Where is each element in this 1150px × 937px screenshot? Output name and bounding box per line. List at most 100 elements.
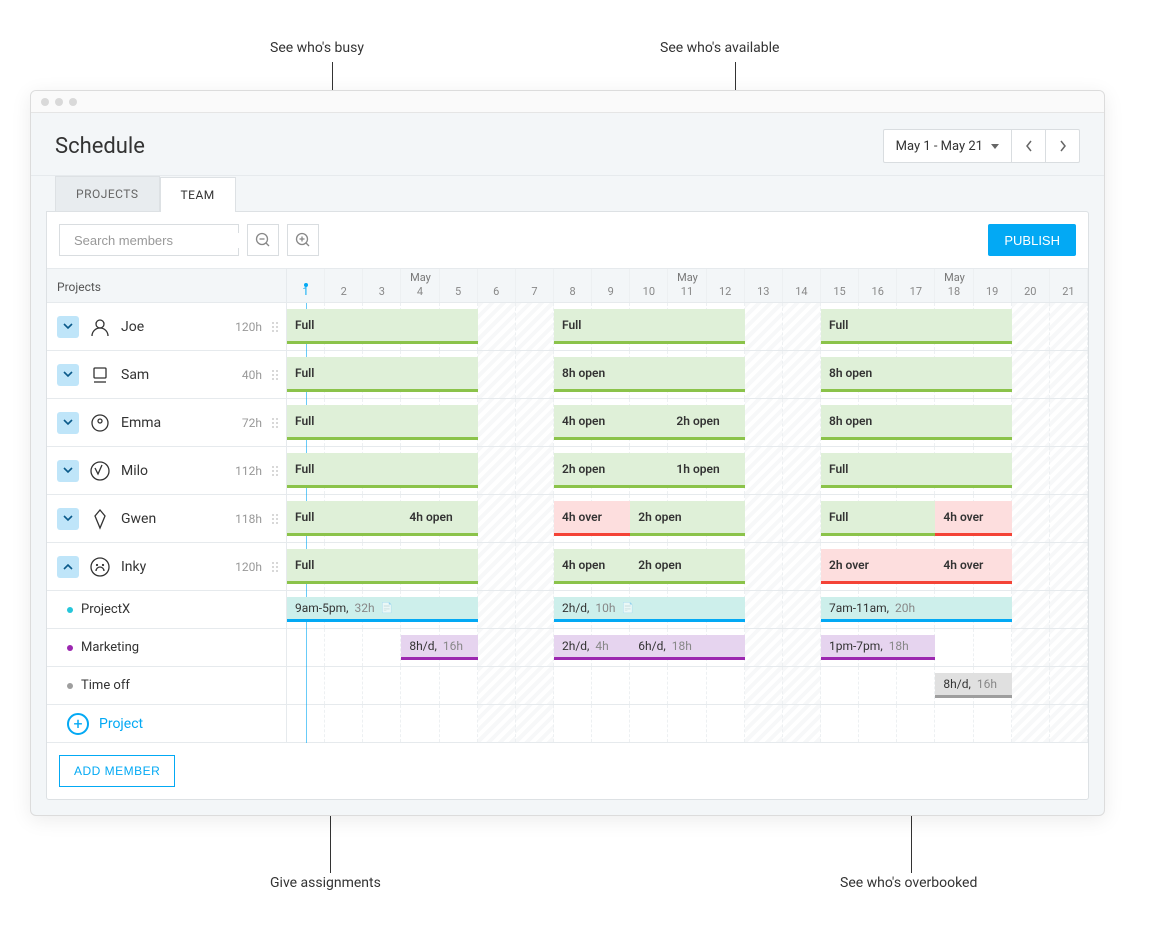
day-header-cell: 15 [821,269,859,302]
schedule-bar[interactable]: 6h/d, 18h [630,635,744,660]
columns-header: Projects [47,269,287,302]
avatar [87,458,113,484]
schedule-bar[interactable]: 4h over [935,501,1011,536]
schedule-bar[interactable]: 4h over [935,549,1011,584]
note-icon: 📄 [381,603,393,614]
search-input[interactable] [74,233,250,248]
day-header-cell: 14 [783,269,821,302]
avatar [87,362,113,388]
schedule-bar[interactable]: Full [287,501,401,536]
schedule-bar[interactable]: 7am-11am, 20h [821,597,1012,622]
date-range-label: May 1 - May 21 [896,139,983,154]
schedule-bar[interactable]: 4h open [401,501,477,536]
annotation-assignments: Give assignments [270,875,381,891]
add-project-button[interactable]: +Project [67,713,143,735]
schedule-bar[interactable]: 2h open [554,453,668,488]
schedule-bar[interactable]: 8h/d, 16h [401,635,477,660]
chevron-down-icon [63,323,73,330]
project-name: ProjectX [81,602,130,617]
schedule-bar[interactable]: Full [287,405,478,440]
schedule-bar[interactable]: 4h open [554,549,630,584]
day-header-cell: 2 [325,269,363,302]
tab-team[interactable]: TEAM [160,177,236,212]
expand-toggle[interactable] [57,412,79,434]
schedule-bar[interactable]: 4h open [554,405,668,440]
drag-handle[interactable] [270,322,276,332]
schedule-bar[interactable]: Full [287,549,478,584]
expand-toggle[interactable] [57,508,79,530]
day-header-cell: 13 [745,269,783,302]
member-name: Gwen [121,511,156,527]
schedule-bar[interactable]: 9am-5pm, 32h📄 [287,597,478,622]
next-button[interactable] [1046,129,1080,163]
date-range-picker[interactable]: May 1 - May 21 [883,129,1012,163]
schedule-bar[interactable]: 2h over [821,549,935,584]
schedule-bar[interactable]: Full [554,309,745,344]
schedule-bar[interactable]: Full [821,501,935,536]
add-member-button[interactable]: ADD MEMBER [59,755,175,787]
page-title: Schedule [55,134,145,159]
schedule-bar[interactable]: 8h open [821,405,1012,440]
day-header-cell: 3 [363,269,401,302]
schedule-bar[interactable]: 2h open [630,549,744,584]
traffic-light-icon [69,98,77,106]
drag-handle[interactable] [270,562,276,572]
member-hours: 118h [235,512,262,526]
schedule-bar[interactable]: Full [287,309,478,344]
zoom-out-icon [255,232,271,248]
day-header-cell: 17 [897,269,935,302]
zoom-out-button[interactable] [247,224,279,256]
chevron-down-icon [63,467,73,474]
project-color-dot [67,645,73,651]
schedule-bar[interactable]: Full [287,453,478,488]
schedule-bar[interactable]: 2h open [630,501,744,536]
avatar [87,410,113,436]
prev-button[interactable] [1012,129,1046,163]
zoom-in-button[interactable] [287,224,319,256]
schedule-bar[interactable]: Full [821,309,1012,344]
day-header-cell: 1 [287,269,325,302]
tab-projects[interactable]: PROJECTS [55,176,160,211]
chevron-up-icon [63,563,73,570]
schedule-bar[interactable]: 1h open [668,453,744,488]
schedule-bar[interactable]: 8h open [554,357,745,392]
drag-handle[interactable] [270,418,276,428]
schedule-bar[interactable]: 8h/d, 16h [935,673,1011,698]
month-label: May [677,271,698,284]
expand-toggle[interactable] [57,316,79,338]
member-hours: 112h [235,464,262,478]
member-hours: 120h [235,560,262,574]
day-header-cell: 19 [974,269,1012,302]
expand-toggle[interactable] [57,460,79,482]
day-header-cell: 20 [1012,269,1050,302]
day-header-cell: 9 [592,269,630,302]
schedule-bar[interactable]: 1pm-7pm, 18h [821,635,935,660]
avatar [87,554,113,580]
caret-down-icon [991,144,999,149]
drag-handle[interactable] [270,466,276,476]
schedule-bar[interactable]: 2h/d, 4h [554,635,630,660]
project-color-dot [67,683,73,689]
drag-handle[interactable] [270,370,276,380]
project-color-dot [67,607,73,613]
annotation-available: See who's available [660,40,779,56]
schedule-bar[interactable]: Full [821,453,1012,488]
day-header-cell: 7 [516,269,554,302]
schedule-bar[interactable]: Full [287,357,478,392]
publish-button[interactable]: PUBLISH [988,224,1076,256]
schedule-bar[interactable]: 2h open [668,405,744,440]
member-hours: 120h [235,320,262,334]
avatar [87,506,113,532]
expand-toggle[interactable] [57,556,79,578]
drag-handle[interactable] [270,514,276,524]
search-input-wrapper[interactable] [59,224,239,256]
schedule-bar[interactable]: 4h over [554,501,630,536]
member-name: Sam [121,367,149,383]
schedule-bar[interactable]: 8h open [821,357,1012,392]
schedule-bar[interactable]: 2h/d, 10h📄 [554,597,745,622]
project-name: Marketing [81,640,139,655]
expand-toggle[interactable] [57,364,79,386]
day-header-cell: 12 [707,269,745,302]
chevron-right-icon [1059,140,1067,152]
member-hours: 40h [242,368,262,382]
